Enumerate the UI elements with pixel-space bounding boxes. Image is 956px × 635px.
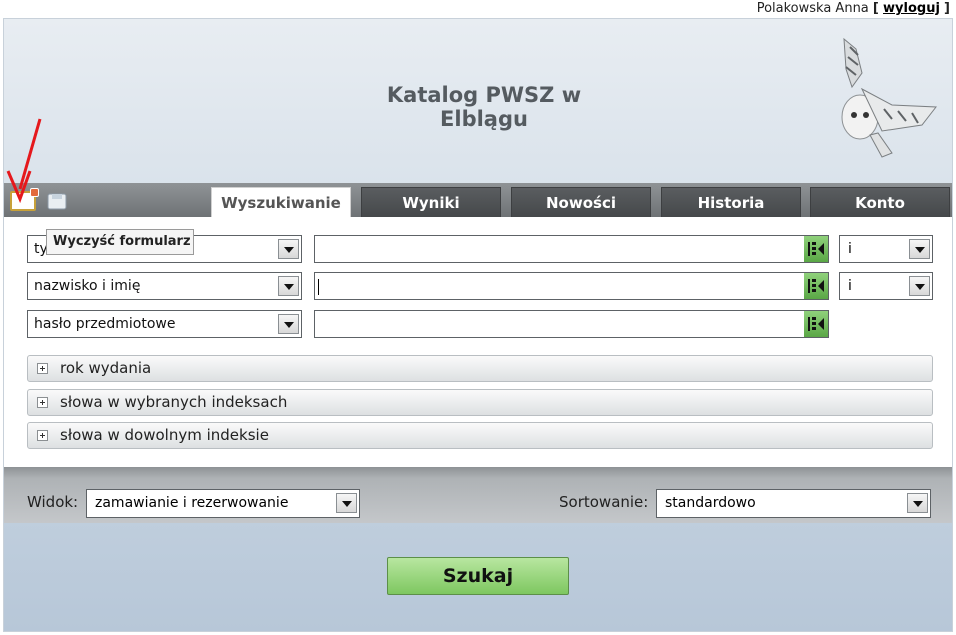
keyboard-icon[interactable]	[804, 236, 828, 262]
search-row: hasło przedmiotowe	[4, 310, 952, 338]
section-label: słowa w dowolnym indeksie	[60, 426, 269, 444]
keyboard-icon[interactable]	[804, 311, 828, 337]
section-label: rok wydania	[60, 359, 152, 377]
search-button[interactable]: Szukaj	[387, 557, 569, 595]
field-select-value: nazwisko i imię	[34, 278, 141, 294]
tab-account[interactable]: Konto	[810, 187, 950, 217]
operator-select[interactable]: i	[839, 235, 933, 263]
tab-bar: Wyszukiwanie Wyniki Nowości Historia Kon…	[4, 183, 952, 217]
section-year[interactable]: rok wydania	[27, 355, 933, 382]
sort-select-value: standardowo	[665, 495, 756, 511]
catalog-frame: Katalog PWSZ w Elblągu Wyszukiwanie Wyni…	[3, 18, 953, 632]
section-selected-indexes[interactable]: słowa w wybranych indeksach	[27, 389, 933, 416]
bracket-open: [	[872, 1, 879, 16]
expand-icon[interactable]	[37, 363, 48, 374]
sort-select[interactable]: standardowo	[656, 489, 931, 518]
tab-search[interactable]: Wyszukiwanie	[211, 187, 351, 217]
owl-logo	[841, 37, 937, 158]
search-input[interactable]	[314, 235, 829, 263]
view-select[interactable]: zamawianie i rezerwowanie	[86, 489, 360, 518]
header: Katalog PWSZ w Elblągu	[4, 19, 952, 184]
user-name: Polakowska Anna	[756, 1, 869, 16]
keyboard-icon[interactable]	[804, 273, 828, 299]
chevron-down-icon[interactable]	[278, 276, 299, 296]
search-row: nazwisko i imię i	[4, 272, 952, 300]
chevron-down-icon[interactable]	[278, 239, 299, 259]
sort-label: Sortowanie:	[559, 493, 649, 511]
view-label: Widok:	[27, 493, 79, 511]
chevron-down-icon[interactable]	[907, 493, 928, 513]
search-input[interactable]	[314, 310, 829, 338]
view-select-value: zamawianie i rezerwowanie	[95, 495, 289, 511]
user-bar: Polakowska Anna [ wyloguj ]	[757, 0, 950, 18]
tab-results[interactable]: Wyniki	[361, 187, 501, 217]
operator-select-value: i	[848, 241, 852, 257]
bracket-close: ]	[944, 1, 950, 16]
field-select[interactable]: nazwisko i imię	[27, 272, 302, 300]
logout-link[interactable]: wyloguj	[883, 1, 940, 16]
chevron-down-icon[interactable]	[336, 493, 357, 513]
save-icon[interactable]	[44, 191, 70, 211]
chevron-down-icon[interactable]	[278, 314, 299, 334]
options-bar: Widok: zamawianie i rezerwowanie Sortowa…	[4, 467, 952, 523]
expand-icon[interactable]	[37, 397, 48, 408]
search-input[interactable]	[314, 272, 829, 300]
tab-history[interactable]: Historia	[661, 187, 801, 217]
field-select-value: hasło przedmiotowe	[34, 316, 176, 332]
chevron-down-icon[interactable]	[909, 239, 930, 259]
annotation-arrow	[6, 118, 42, 204]
expand-icon[interactable]	[37, 430, 48, 441]
operator-select[interactable]: i	[839, 272, 933, 300]
section-label: słowa w wybranych indeksach	[60, 393, 288, 411]
operator-select-value: i	[848, 278, 852, 294]
clear-form-tooltip: Wyczyść formularz	[46, 229, 194, 255]
tab-new[interactable]: Nowości	[511, 187, 651, 217]
section-any-index[interactable]: słowa w dowolnym indeksie	[27, 422, 933, 449]
chevron-down-icon[interactable]	[909, 276, 930, 296]
page-title: Katalog PWSZ w Elblągu	[386, 83, 582, 131]
field-select[interactable]: hasło przedmiotowe	[27, 310, 302, 338]
text-cursor	[318, 279, 319, 295]
